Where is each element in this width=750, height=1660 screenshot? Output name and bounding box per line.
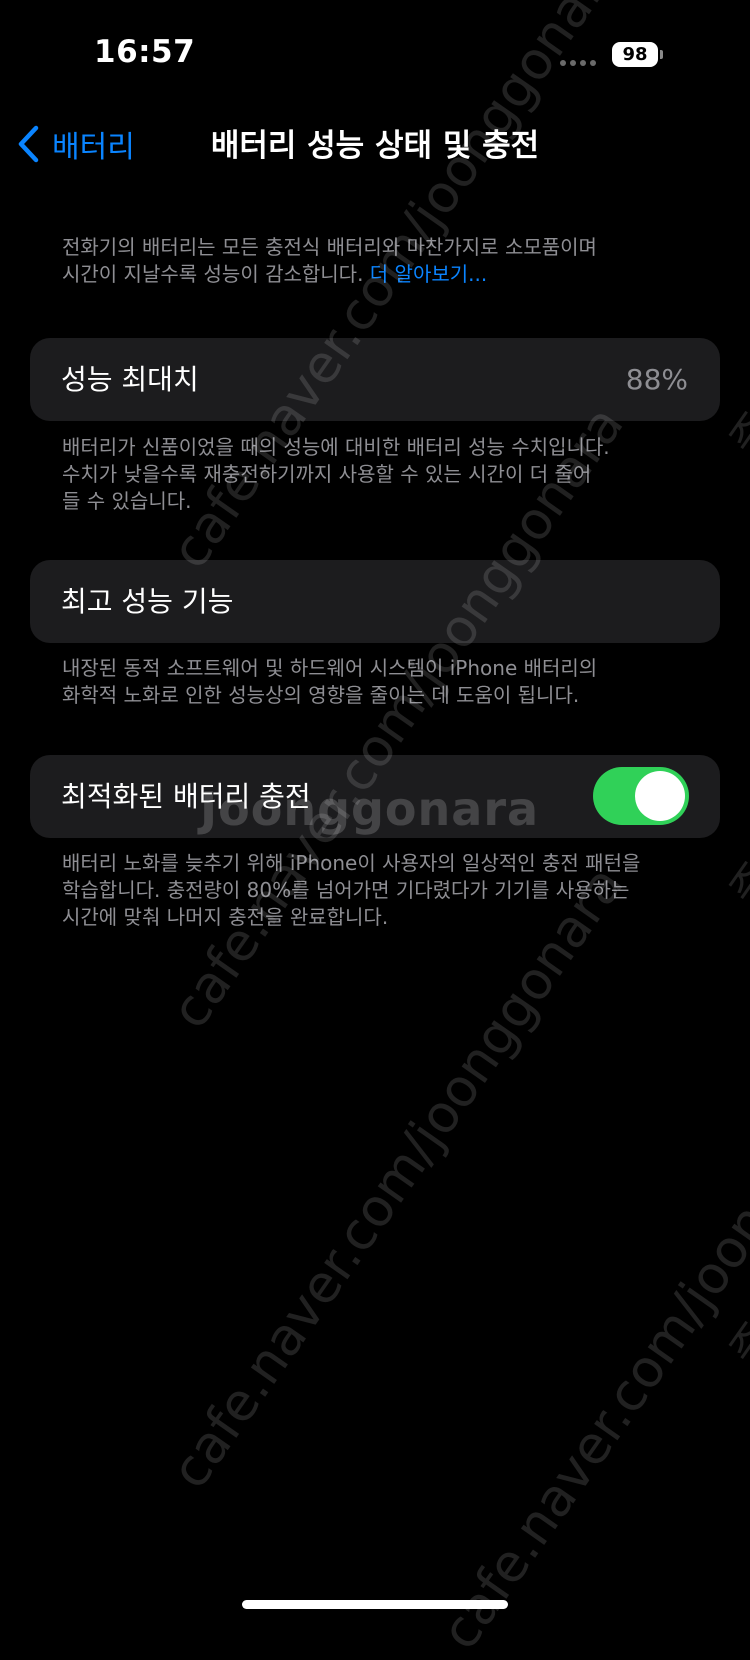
intro-line: 전화기의 배터리는 모든 충전식 배터리와 마찬가지로 소모품이며 [62, 235, 597, 259]
max-capacity-footnote: 배터리가 신품이었을 때의 성능에 대비한 배터리 성능 수치입니다. 수치가 … [62, 434, 702, 515]
intro-line: 시간이 지날수록 성능이 감소합니다. [62, 262, 364, 286]
footnote-line: 배터리 노화를 늦추기 위해 iPhone이 사용자의 일상적인 충전 패턴을 [62, 851, 641, 875]
chevron-left-icon [18, 125, 39, 163]
learn-more-link[interactable]: 더 알아보기... [370, 262, 487, 286]
optimized-charging-toggle[interactable] [593, 767, 689, 825]
peak-performance-footnote: 내장된 동적 소프트웨어 및 하드웨어 시스템이 iPhone 배터리의 화학적… [62, 655, 702, 709]
footnote-line: 학습합니다. 충전량이 80%를 넘어가면 기다렸다가 기기를 사용하는 [62, 878, 630, 902]
battery-tip [660, 50, 663, 59]
max-capacity-value: 88% [625, 363, 688, 396]
status-time: 16:57 [94, 34, 196, 70]
optimized-charging-label: 최적화된 배터리 충전 [61, 780, 311, 813]
footnote-line: 시간에 맞춰 나머지 충전을 완료합니다. [62, 905, 389, 929]
intro-text: 전화기의 배터리는 모든 충전식 배터리와 마찬가지로 소모품이며 시간이 지날… [62, 234, 702, 288]
back-label: 배터리 [52, 130, 135, 165]
footnote-line: 배터리가 신품이었을 때의 성능에 대비한 배터리 성능 수치입니다. [62, 435, 610, 459]
cellular-signal-icon [560, 60, 596, 66]
optimized-charging-footnote: 배터리 노화를 늦추기 위해 iPhone이 사용자의 일상적인 충전 패턴을 … [62, 850, 702, 931]
watermark-url: cafe.naver.com/joonggonara [160, 855, 636, 1500]
page-title: 배터리 성능 상태 및 충전 [210, 128, 540, 164]
optimized-charging-row: 최적화된 배터리 충전 [30, 755, 720, 838]
toggle-knob [635, 771, 685, 821]
max-capacity-label: 성능 최대치 [61, 363, 199, 396]
footnote-line: 들 수 있습니다. [62, 489, 192, 513]
peak-performance-label: 최고 성능 기능 [61, 585, 234, 618]
battery-level: 98 [622, 44, 648, 65]
peak-performance-row: 최고 성능 기능 [30, 560, 720, 643]
back-button[interactable]: 배터리 [16, 122, 135, 166]
home-indicator[interactable] [242, 1600, 508, 1609]
watermark-edge: 중고나라 [721, 1213, 750, 1376]
footnote-line: 수치가 낮을수록 재충전하기까지 사용할 수 있는 시간이 더 줄어 [62, 462, 592, 486]
footnote-line: 화학적 노화로 인한 성능상의 영향을 줄이는 데 도움이 됩니다. [62, 683, 580, 707]
watermark-url: cafe.naver.com/joonggonara [430, 1016, 750, 1660]
status-bar: 16:57 98 [0, 0, 750, 110]
navigation-bar: 배터리 배터리 성능 상태 및 충전 [0, 110, 750, 180]
battery-icon: 98 [612, 42, 658, 67]
footnote-line: 내장된 동적 소프트웨어 및 하드웨어 시스템이 iPhone 배터리의 [62, 656, 598, 680]
max-capacity-row: 성능 최대치 88% [30, 338, 720, 421]
